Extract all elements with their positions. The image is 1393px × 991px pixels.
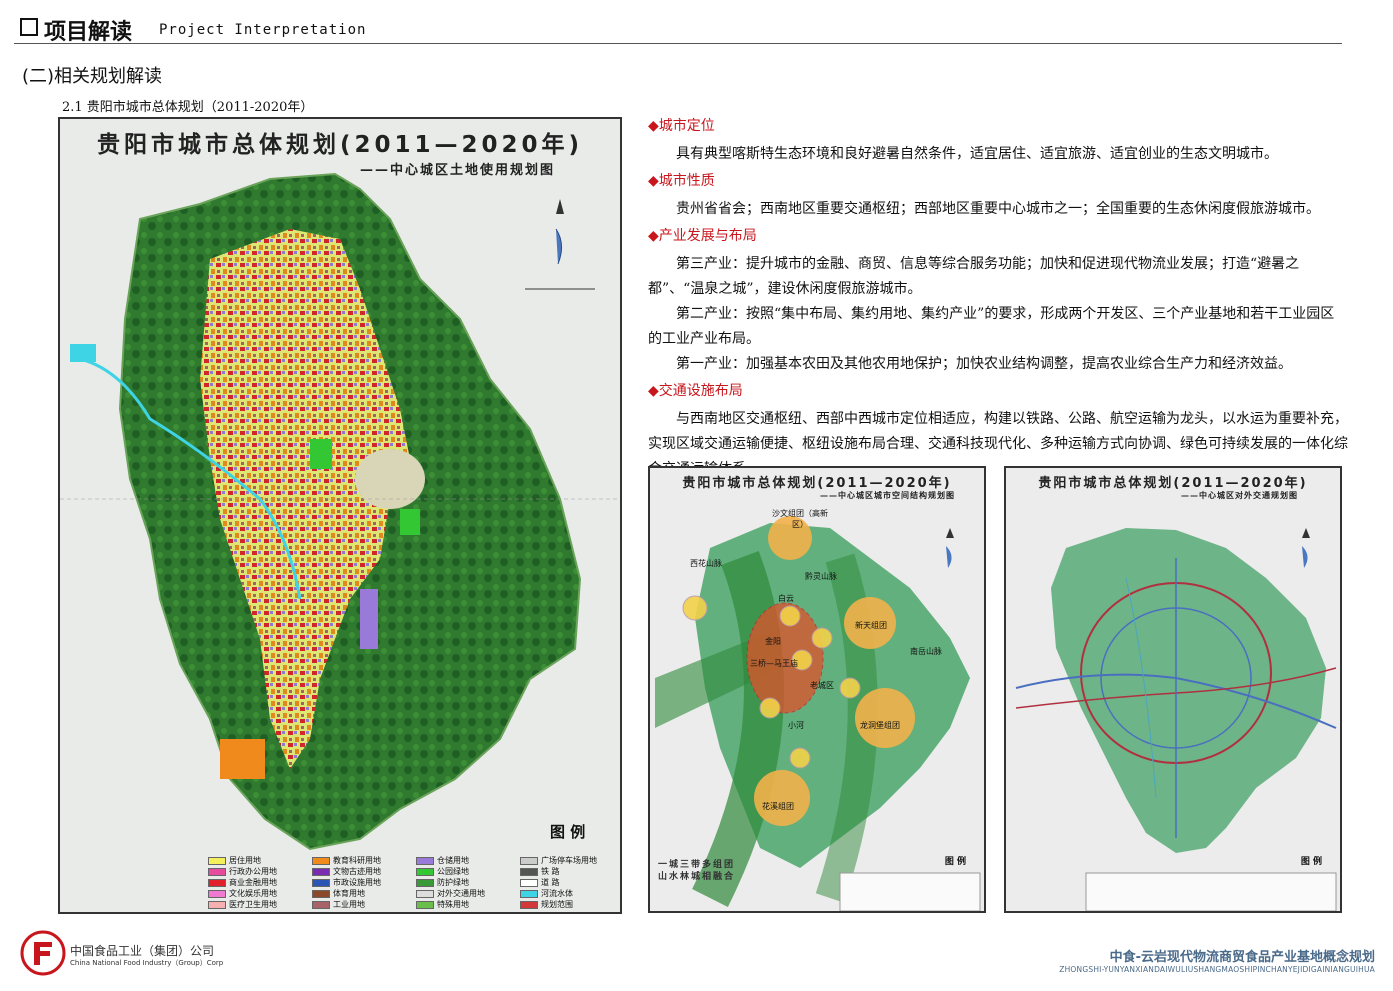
spatial-structure-slogan: 一城三带多组团 山水林城相融合: [658, 860, 736, 882]
text-industry-secondary: 第二产业：按照“集中布局、集约用地、集约产业”的要求，形成两个开发区、三个产业基…: [648, 306, 1335, 347]
page-title: 项目解读: [44, 20, 133, 45]
spatial-structure-map-subtitle: ——中心城区城市空间结构规划图: [820, 491, 955, 500]
legend-label: 体育用地: [333, 889, 365, 898]
text-positioning: 具有典型喀斯特生态环境和良好避暑自然条件，适宜居住、适宜旅游、适宜创业的生态文明…: [676, 146, 1278, 162]
legend-swatch: [208, 857, 226, 865]
label-laocheng: 老城区: [810, 681, 834, 690]
transport-map: 贵阳市城市总体规划(2011—2020年) ——中心城区对外交通规划图 图 例: [1004, 466, 1342, 913]
label-xintian: 新天组团: [855, 621, 887, 630]
legend-label: 道 路: [541, 878, 560, 887]
page-header: 项目解读 Project Interpretation: [14, 10, 1342, 45]
legend-label: 公园绿地: [437, 867, 469, 876]
label-huaxi: 花溪组团: [762, 802, 794, 811]
legend-swatch: [416, 857, 434, 865]
label-baiyun: 白云: [778, 594, 794, 603]
legend-label: 对外交通用地: [437, 889, 485, 898]
checkbox-square-icon: [20, 18, 38, 36]
label-xihua: 西花山脉: [690, 559, 722, 568]
transport-map-subtitle: ——中心城区对外交通规划图: [1181, 491, 1298, 500]
land-use-map-title: 贵阳市城市总体规划(2011—2020年): [96, 132, 584, 158]
project-name-en: ZHONGSHI-YUNYANXIANDAIWULIUSHANGMAOSHIPI…: [1059, 965, 1375, 974]
legend-swatch: [208, 879, 226, 887]
heading-industry: ◆产业发展与布局: [648, 228, 757, 244]
transport-map-graphic: [1006, 468, 1340, 911]
legend-swatch: [312, 879, 330, 887]
legend-label: 广场停车场用地: [541, 856, 597, 865]
interpretation-text: ◆城市定位 具有典型喀斯特生态环境和良好避暑自然条件，适宜居住、适宜旅游、适宜创…: [648, 116, 1348, 482]
cnfic-logo-icon: [20, 930, 66, 976]
legend-swatch: [312, 868, 330, 876]
legend-label: 铁 路: [541, 867, 560, 876]
heading-nature: ◆城市性质: [648, 173, 715, 189]
transport-map-title: 贵阳市城市总体规划(2011—2020年): [1038, 476, 1308, 491]
land-use-legend-heading: 图 例: [550, 823, 586, 841]
spatial-structure-legend-heading: 图 例: [944, 857, 966, 867]
legend-label: 防护绿地: [437, 878, 469, 887]
legend-label: 文物古迹用地: [333, 867, 381, 876]
legend-label: 市政设施用地: [333, 878, 381, 887]
legend-swatch: [208, 890, 226, 898]
label-sanqiao: 三桥—马王庙: [750, 659, 798, 668]
legend-swatch: [416, 879, 434, 887]
land-use-map-subtitle: ——中心城区土地使用规划图: [360, 163, 556, 178]
legend-label: 规划范围: [541, 900, 573, 909]
land-use-map-graphic: [60, 119, 620, 912]
project-name-cn: 中食-云岩现代物流商贸食品产业基地概念规划: [1109, 950, 1375, 965]
legend-swatch: [416, 868, 434, 876]
sub-heading: 2.1 贵阳市城市总体规划（2011-2020年）: [62, 100, 314, 115]
legend-label: 居住用地: [229, 856, 261, 865]
legend-label: 河流水体: [541, 889, 573, 898]
company-name-en: China National Food Industry（Group）Corp: [70, 959, 224, 967]
legend-item: 医疗卫生用地: [208, 899, 277, 911]
land-use-map: 贵阳市城市总体规划(2011—2020年) ——中心城区土地使用规划图 图 例 …: [58, 117, 622, 914]
legend-item: 特殊用地: [416, 899, 469, 911]
text-industry-tertiary: 第三产业：提升城市的金融、商贸、信息等综合服务功能；加快和促进现代物流业发展；打…: [648, 256, 1300, 297]
legend-label: 工业用地: [333, 900, 365, 909]
heading-transport: ◆交通设施布局: [648, 383, 743, 399]
label-qianling: 黔灵山脉: [805, 572, 837, 581]
legend-swatch: [416, 890, 434, 898]
section-title: (二)相关规划解读: [22, 66, 163, 87]
page-subtitle: Project Interpretation: [159, 22, 367, 38]
legend-swatch: [520, 879, 538, 887]
legend-label: 仓储用地: [437, 856, 469, 865]
transport-legend-heading: 图 例: [1300, 857, 1322, 867]
legend-swatch: [520, 857, 538, 865]
label-jinyang: 金阳: [765, 637, 781, 646]
legend-label: 特殊用地: [437, 900, 469, 909]
label-xiaohe: 小河: [788, 721, 804, 730]
legend-label: 文化娱乐用地: [229, 889, 277, 898]
legend-swatch: [520, 901, 538, 909]
legend-label: 教育科研用地: [333, 856, 381, 865]
legend-item: 工业用地: [312, 899, 365, 911]
label-nanyue: 南岳山脉: [910, 647, 942, 656]
land-use-legend: 居住用地行政办公用地 商业金融用地 文化娱乐用地 医疗卫生用地 教育科研用地 文物古迹用地…: [208, 855, 620, 911]
heading-positioning: ◆城市定位: [648, 118, 715, 134]
legend-swatch: [416, 901, 434, 909]
label-shawen: 沙文组团（高新区）: [772, 509, 828, 529]
text-nature: 贵州省省会；西南地区重要交通枢纽；西部地区重要中心城市之一；全国重要的生态休闲度…: [676, 201, 1320, 217]
text-industry-primary: 第一产业：加强基本农田及其他农用地保护；加快农业结构调整，提高农业综合生产力和经…: [676, 356, 1292, 372]
legend-swatch: [520, 868, 538, 876]
legend-item: 规划范围: [520, 899, 573, 911]
spatial-structure-map-title: 贵阳市城市总体规划(2011—2020年): [682, 476, 952, 491]
spatial-structure-map: 贵阳市城市总体规划(2011—2020年) ——中心城区城市空间结构规划图 沙文…: [648, 466, 986, 913]
legend-label: 医疗卫生用地: [229, 900, 277, 909]
label-longdongbao: 龙洞堡组团: [860, 721, 900, 730]
legend-swatch: [208, 868, 226, 876]
legend-swatch: [312, 901, 330, 909]
legend-swatch: [520, 890, 538, 898]
legend-swatch: [312, 890, 330, 898]
legend-label: 商业金融用地: [229, 878, 277, 887]
legend-swatch: [208, 901, 226, 909]
company-name-cn: 中国食品工业（集团）公司: [70, 944, 215, 958]
legend-swatch: [312, 857, 330, 865]
legend-label: 行政办公用地: [229, 867, 277, 876]
